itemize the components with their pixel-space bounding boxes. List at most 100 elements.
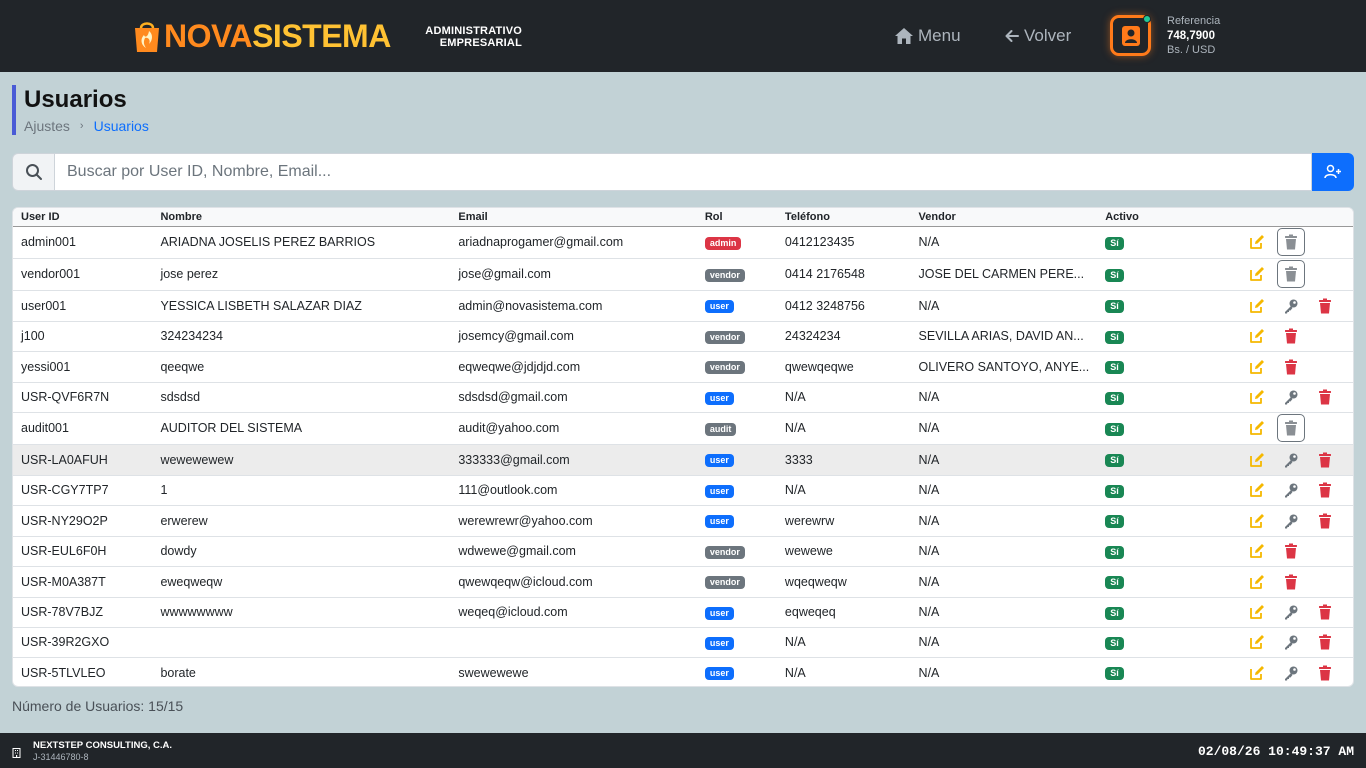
key-icon <box>1283 513 1299 529</box>
edit-button[interactable] <box>1243 228 1271 256</box>
cell-actions <box>1172 258 1353 290</box>
cell-role: audit <box>697 412 777 444</box>
table-row: admin001 ARIADNA JOSELIS PEREZ BARRIOS ari… <box>13 226 1353 258</box>
cell-id: USR-EUL6F0H <box>21 544 107 558</box>
breadcrumb-item-ajustes[interactable]: Ajustes <box>24 118 70 134</box>
cell-actions <box>1172 627 1353 657</box>
cell-actions <box>1172 657 1353 687</box>
back-button[interactable]: Volver <box>1004 24 1071 48</box>
table-row: audit001 AUDITOR DEL SISTEMA audit@yahoo.c… <box>13 412 1353 444</box>
reset-password-button[interactable] <box>1277 659 1305 687</box>
table-body: admin001 ARIADNA JOSELIS PEREZ BARRIOS ari… <box>13 226 1353 687</box>
cell-vendor: N/A <box>918 513 940 528</box>
reset-password-button[interactable] <box>1277 292 1305 320</box>
edit-button[interactable] <box>1243 537 1271 565</box>
cell-actions <box>1172 536 1353 566</box>
cell-role: user <box>697 290 777 321</box>
pencil-square-icon <box>1249 634 1265 650</box>
edit-button[interactable] <box>1243 353 1271 381</box>
edit-button[interactable] <box>1243 568 1271 596</box>
add-user-button[interactable] <box>1312 153 1354 191</box>
home-icon <box>895 28 913 44</box>
clock: 02/08/26 10:49:37 AM <box>1197 744 1354 759</box>
cell-phone: 0414 2176548 <box>784 267 865 281</box>
delete-button[interactable] <box>1311 476 1339 504</box>
role-badge: user <box>704 454 734 467</box>
edit-button[interactable] <box>1243 260 1271 288</box>
column-header-vendor[interactable]: Vendor <box>910 208 1098 227</box>
reset-password-button[interactable] <box>1277 383 1305 411</box>
column-header-email[interactable]: Email <box>450 208 697 227</box>
breadcrumb: Ajustes › Usuarios <box>24 118 149 134</box>
edit-button[interactable] <box>1243 414 1271 442</box>
cell-active: Sí <box>1097 536 1172 566</box>
cell-role: vendor <box>697 536 777 566</box>
delete-button[interactable] <box>1277 353 1305 381</box>
edit-button[interactable] <box>1243 476 1271 504</box>
delete-button[interactable] <box>1311 446 1339 474</box>
pencil-square-icon <box>1249 665 1265 681</box>
table-row: USR-M0A387T eweqweqw qwewqeqw@icloud.com ve… <box>13 566 1353 597</box>
edit-button[interactable] <box>1243 628 1271 656</box>
cell-name: 324234234 <box>160 329 224 343</box>
delete-button[interactable] <box>1311 659 1339 687</box>
cell-name: ARIADNA JOSELIS PEREZ BARRIOS <box>160 235 376 249</box>
edit-button[interactable] <box>1243 659 1271 687</box>
cell-actions <box>1172 505 1353 536</box>
cell-role: vendor <box>697 351 777 382</box>
key-icon <box>1283 298 1299 314</box>
edit-button[interactable] <box>1243 383 1271 411</box>
cell-email: weqeq@icloud.com <box>458 605 568 619</box>
edit-button[interactable] <box>1243 446 1271 474</box>
role-badge: user <box>704 636 734 650</box>
reset-password-button[interactable] <box>1277 598 1305 626</box>
cell-name: eweqweqw <box>160 574 223 589</box>
column-header-telefono[interactable]: Teléfono <box>776 208 911 227</box>
reset-password-button[interactable] <box>1277 628 1305 656</box>
delete-button[interactable] <box>1311 507 1339 535</box>
delete-button[interactable] <box>1311 598 1339 626</box>
delete-button[interactable] <box>1277 322 1305 350</box>
edit-button[interactable] <box>1243 507 1271 535</box>
cell-id: USR-39R2GXO <box>21 635 110 649</box>
cell-id: USR-5TLVLEO <box>21 665 106 680</box>
cell-phone: 24324234 <box>784 329 841 343</box>
cell-active: Sí <box>1097 627 1172 657</box>
cell-phone: qwewqeqwe <box>784 359 854 374</box>
column-header-user-id[interactable]: User ID <box>13 208 153 227</box>
brand-logo[interactable]: NOVASISTEMA <box>132 16 391 56</box>
reset-password-button[interactable] <box>1277 446 1305 474</box>
active-badge: Sí <box>1105 545 1124 559</box>
cell-vendor: N/A <box>918 452 940 467</box>
pencil-square-icon <box>1249 266 1265 282</box>
table-header-row: User ID Nombre Email Rol Teléfono Vendor… <box>13 208 1353 227</box>
key-icon <box>1283 389 1299 405</box>
active-badge: Sí <box>1105 330 1124 344</box>
column-header-rol[interactable]: Rol <box>696 208 777 227</box>
delete-button[interactable] <box>1277 537 1305 565</box>
edit-button[interactable] <box>1243 322 1271 350</box>
cell-phone: 0412 3248756 <box>784 298 865 313</box>
delete-button-disabled <box>1277 228 1305 256</box>
search-input[interactable] <box>54 153 1312 191</box>
user-avatar-button[interactable] <box>1110 15 1151 56</box>
logo-text-nova: NOVA <box>164 18 253 54</box>
reset-password-button[interactable] <box>1277 507 1305 535</box>
delete-button[interactable] <box>1311 628 1339 656</box>
edit-button[interactable] <box>1243 598 1271 626</box>
delete-button[interactable] <box>1277 568 1305 596</box>
footer: NEXTSTEP CONSULTING, C.A. J-31446780-8 0… <box>0 733 1366 768</box>
cell-actions <box>1172 226 1353 258</box>
reset-password-button[interactable] <box>1277 476 1305 504</box>
column-header-activo[interactable]: Activo <box>1097 208 1172 227</box>
edit-button[interactable] <box>1243 292 1271 320</box>
cell-name: jose perez <box>160 267 219 281</box>
cell-actions <box>1172 566 1353 597</box>
delete-button[interactable] <box>1311 383 1339 411</box>
delete-button[interactable] <box>1311 292 1339 320</box>
menu-button[interactable]: Menu <box>894 24 961 48</box>
cell-actions <box>1172 475 1353 505</box>
role-badge: vendor <box>704 330 745 344</box>
pencil-square-icon <box>1249 452 1265 468</box>
column-header-nombre[interactable]: Nombre <box>152 208 451 227</box>
